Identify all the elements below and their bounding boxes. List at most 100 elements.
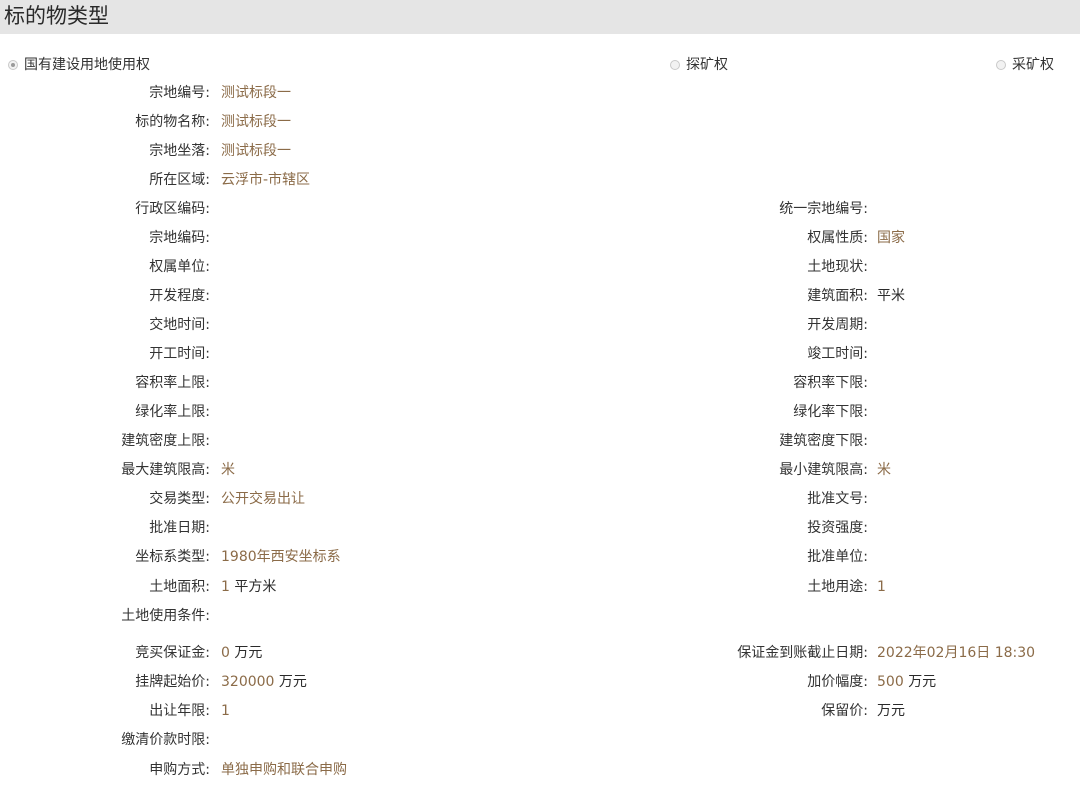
field-label: 所在区域: — [149, 172, 210, 188]
field-value: 1 平方米 — [221, 577, 276, 597]
field-label: 权属性质: — [807, 230, 868, 246]
field-label: 保留价: — [821, 703, 868, 719]
field-value: 测试标段一 — [221, 85, 291, 101]
radio-label: 探矿权 — [686, 57, 728, 73]
value-unit: 平米 — [877, 288, 905, 304]
value-unit: 万元 — [877, 703, 905, 719]
field-value: 国家 — [877, 230, 905, 246]
value-unit: 万元 — [278, 674, 307, 690]
field-label: 竞买保证金: — [135, 645, 210, 661]
field-row: 最大建筑限高: 米 最小建筑限高: 米 — [0, 460, 1080, 480]
field-label: 建筑密度上限: — [121, 433, 210, 449]
field-value: 测试标段一 — [221, 143, 291, 159]
field-value: 320000 万元 — [221, 672, 307, 692]
field-label: 标的物名称: — [135, 114, 210, 130]
field-row: 宗地编码: 权属性质: 国家 — [0, 228, 1080, 248]
field-value: 平米 — [877, 286, 905, 306]
field-row: 交地时间: 开发周期: — [0, 315, 1080, 335]
field-label: 投资强度: — [807, 520, 868, 536]
field-row: 行政区编码: 统一宗地编号: — [0, 199, 1080, 219]
field-label: 宗地编号: — [149, 85, 210, 101]
field-label: 开发程度: — [149, 288, 210, 304]
field-row: 所在区域: 云浮市-市辖区 — [0, 170, 1080, 190]
field-label: 统一宗地编号: — [779, 201, 868, 217]
field-row: 开工时间: 竣工时间: — [0, 344, 1080, 364]
field-label: 申购方式: — [149, 762, 210, 778]
field-value: 1980年西安坐标系 — [221, 549, 341, 565]
field-label: 宗地坐落: — [149, 143, 210, 159]
field-row: 土地面积: 1 平方米 土地用途: 1 — [0, 577, 1080, 597]
field-label: 建筑面积: — [807, 288, 868, 304]
radio-mining-right[interactable]: 采矿权 — [996, 56, 1054, 74]
field-label: 坐标系类型: — [135, 549, 210, 565]
field-label: 容积率上限: — [135, 375, 210, 391]
field-row: 申购方式: 单独申购和联合申购 — [0, 760, 1080, 780]
field-label: 行政区编码: — [135, 201, 210, 217]
field-label: 土地现状: — [807, 259, 868, 275]
radio-unchecked-icon[interactable] — [996, 60, 1006, 70]
field-row: 建筑密度上限: 建筑密度下限: — [0, 431, 1080, 451]
field-label: 宗地编码: — [149, 230, 210, 246]
field-row: 宗地编号: 测试标段一 — [0, 83, 1080, 103]
field-row: 批准日期: 投资强度: — [0, 518, 1080, 538]
field-value: 测试标段一 — [221, 114, 291, 130]
value-number: 0 — [221, 645, 230, 661]
field-label: 出让年限: — [149, 703, 210, 719]
value-number: 1 — [221, 579, 230, 595]
field-label: 权属单位: — [149, 259, 210, 275]
field-row: 开发程度: 建筑面积: 平米 — [0, 286, 1080, 306]
section-header: 标的物类型 — [0, 0, 1080, 34]
field-value: 公开交易出让 — [221, 491, 305, 507]
field-row: 坐标系类型: 1980年西安坐标系 批准单位: — [0, 547, 1080, 567]
field-label: 保证金到账截止日期: — [737, 645, 868, 661]
field-label: 挂牌起始价: — [135, 674, 210, 690]
radio-label: 国有建设用地使用权 — [24, 57, 150, 73]
field-value: 1 — [877, 579, 886, 595]
field-value: 单独申购和联合申购 — [221, 762, 347, 778]
field-row: 土地使用条件: — [0, 606, 1080, 626]
field-row: 绿化率上限: 绿化率下限: — [0, 402, 1080, 422]
field-row: 挂牌起始价: 320000 万元 加价幅度: 500 万元 — [0, 672, 1080, 692]
radio-checked-icon[interactable] — [8, 60, 18, 70]
field-label: 土地使用条件: — [121, 608, 210, 624]
field-value: 米 — [221, 462, 235, 478]
field-label: 土地面积: — [149, 579, 210, 595]
radio-state-land-use-right[interactable]: 国有建设用地使用权 — [8, 56, 150, 74]
radio-unchecked-icon[interactable] — [670, 60, 680, 70]
field-label: 绿化率下限: — [793, 404, 868, 420]
field-label: 容积率下限: — [793, 375, 868, 391]
field-value: 0 万元 — [221, 643, 262, 663]
field-label: 竣工时间: — [807, 346, 868, 362]
field-label: 缴清价款时限: — [121, 732, 210, 748]
field-label: 交地时间: — [149, 317, 210, 333]
field-label: 交易类型: — [149, 491, 210, 507]
field-label: 批准日期: — [149, 520, 210, 536]
field-label: 土地用途: — [807, 579, 868, 595]
field-value: 米 — [877, 462, 891, 478]
value-unit: 万元 — [234, 645, 263, 661]
radio-label: 采矿权 — [1012, 57, 1054, 73]
section-title: 标的物类型 — [4, 4, 109, 28]
field-row: 交易类型: 公开交易出让 批准文号: — [0, 489, 1080, 509]
radio-exploration-right[interactable]: 探矿权 — [670, 56, 728, 74]
value-unit: 万元 — [908, 674, 937, 690]
field-value: 500 万元 — [877, 672, 936, 692]
field-label: 绿化率上限: — [135, 404, 210, 420]
field-row: 出让年限: 1 保留价: 万元 — [0, 701, 1080, 721]
field-row: 权属单位: 土地现状: — [0, 257, 1080, 277]
field-label: 加价幅度: — [807, 674, 868, 690]
field-row: 缴清价款时限: — [0, 730, 1080, 750]
field-row: 标的物名称: 测试标段一 — [0, 112, 1080, 132]
field-value: 万元 — [877, 701, 905, 721]
value-number: 500 — [877, 674, 904, 690]
field-label: 批准单位: — [807, 549, 868, 565]
value-unit: 平方米 — [234, 579, 277, 595]
field-row: 容积率上限: 容积率下限: — [0, 373, 1080, 393]
field-label: 最小建筑限高: — [779, 462, 868, 478]
field-row: 宗地坐落: 测试标段一 — [0, 141, 1080, 161]
field-label: 最大建筑限高: — [121, 462, 210, 478]
field-label: 批准文号: — [807, 491, 868, 507]
field-value: 1 — [221, 703, 230, 719]
field-label: 开工时间: — [149, 346, 210, 362]
field-label: 建筑密度下限: — [779, 433, 868, 449]
